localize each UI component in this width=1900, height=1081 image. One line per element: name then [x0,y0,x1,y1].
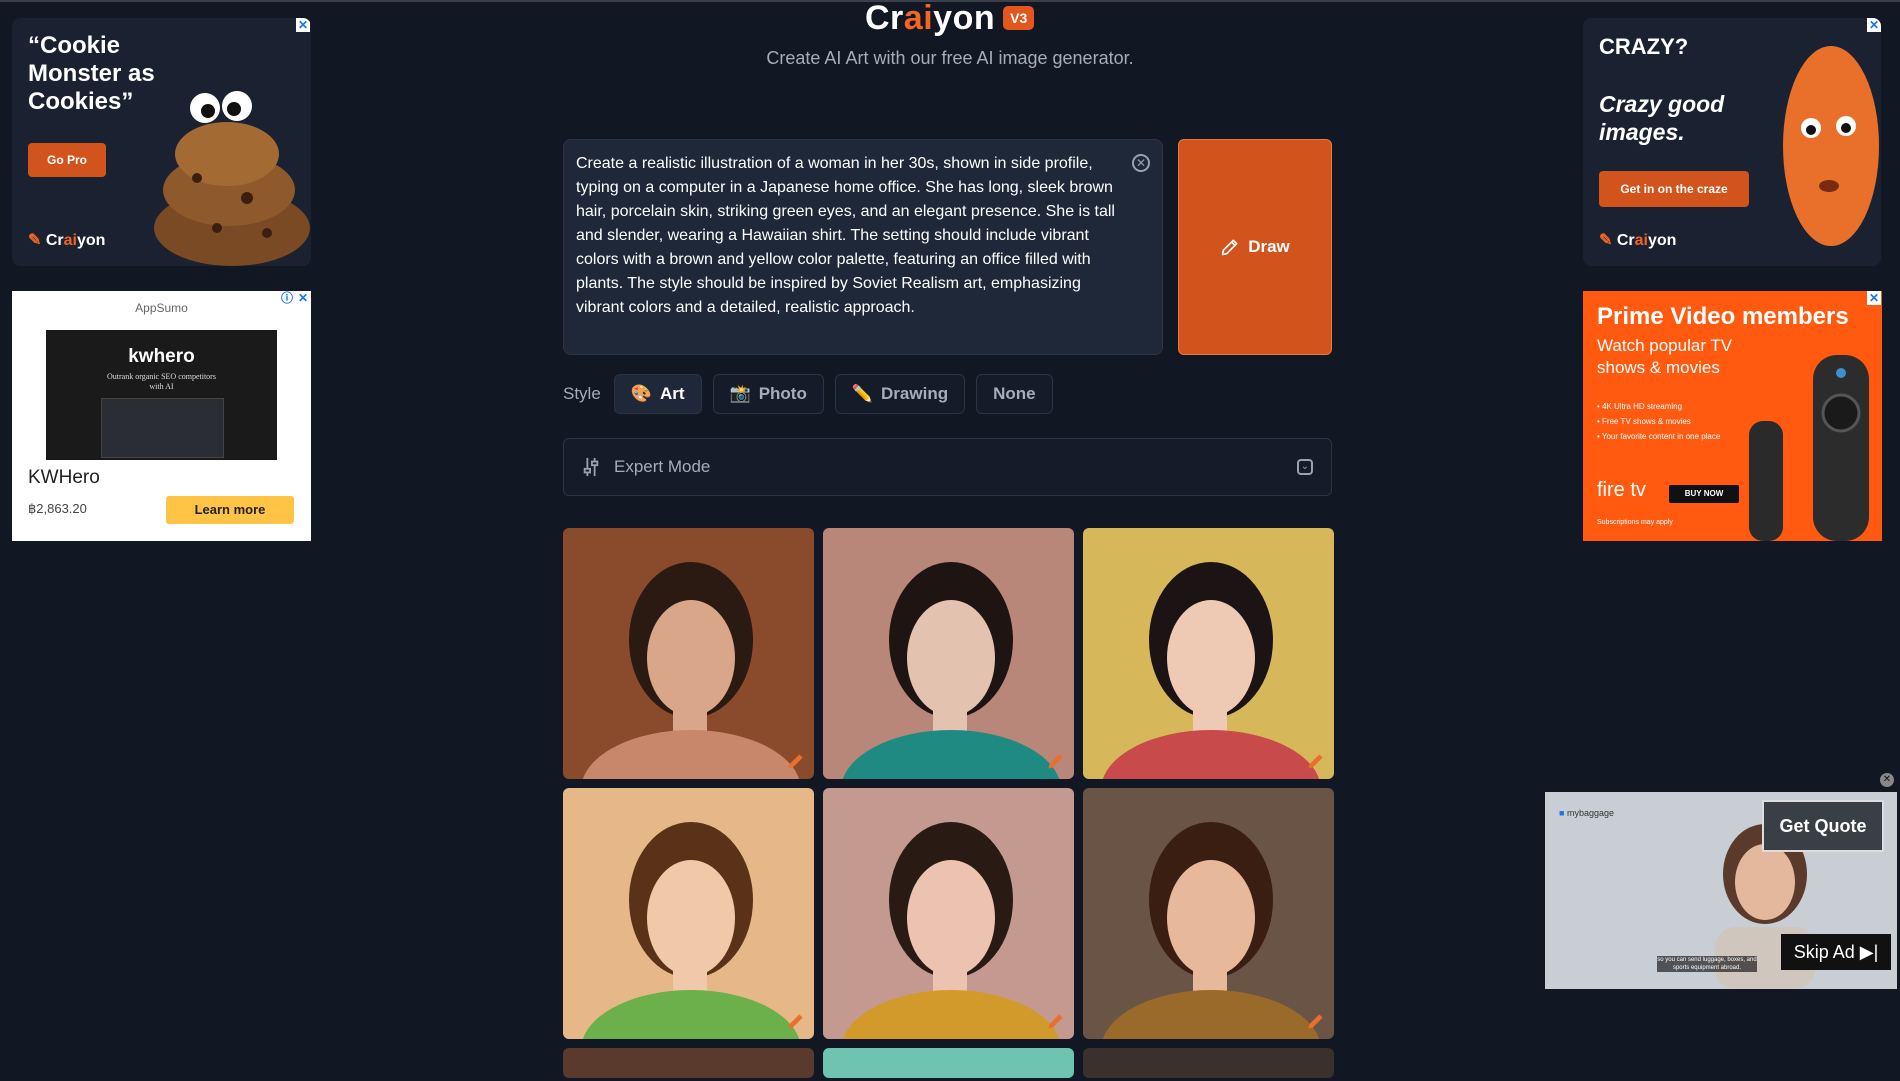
ad-bullets: • 4K Ultra HD streaming • Free TV shows … [1597,399,1737,444]
firetv-logo: fire tv [1597,479,1646,501]
ad-price: ฿2,863.20 [28,501,87,516]
ad-bullet: • Free TV shows & movies [1597,417,1691,426]
sliders-icon [583,457,599,477]
style-label: Style [563,384,601,403]
clear-prompt-icon[interactable]: ✕ [1132,154,1150,172]
style-option-none[interactable]: None [976,374,1053,414]
ad-prime-video[interactable]: Prime Video members Watch popular TV sho… [1583,291,1882,541]
kwhero-logo: kwhero [128,346,195,367]
edit-pencil-icon[interactable] [786,751,806,771]
portrait-image [1083,528,1334,779]
edit-pencil-icon[interactable] [1306,751,1326,771]
dashboard-preview [101,398,224,458]
ad-close-icon[interactable]: ✕ [296,18,310,32]
ad-close-icon[interactable]: ✕ [1867,18,1881,32]
ad-bullet: • 4K Ultra HD streaming [1597,402,1683,411]
buy-now-button[interactable]: BUY NOW [1669,485,1739,503]
ad-video-mybaggage[interactable]: ■ mybaggage Get Quote so you can send lu… [1545,792,1897,989]
generated-image[interactable] [1083,528,1334,779]
ad-headline: Crazy good images. [1599,91,1725,145]
cookie-illustration [154,91,310,266]
ad-screen-image: kwhero Outrank organic SEO competitors w… [46,330,277,460]
chevron-down-icon: ⌄ [1297,459,1313,475]
firetv-remote-illustration [1749,355,1869,541]
edit-pencil-icon[interactable] [1046,751,1066,771]
logo-text: Craiyon [865,0,996,37]
style-option-art[interactable]: 🎨 Art [613,374,702,414]
ad-brand-label: mybaggage [1566,808,1614,818]
generated-image-partial[interactable] [1083,1048,1334,1078]
video-caption: so you can send luggage, boxes, and spor… [1657,956,1757,972]
ad-close-icon[interactable]: ✕ [296,291,310,305]
style-option-photo[interactable]: 📸 Photo [712,374,824,414]
craiyon-logo[interactable]: Craiyon V3 [865,0,1035,37]
generated-image[interactable] [823,788,1074,1039]
style-option-label: Photo [758,384,807,403]
ad-brand: ✎ Craiyon [1599,232,1677,249]
portrait-image [1083,788,1334,1039]
style-option-label: Drawing [881,384,949,403]
expert-mode-label: Expert Mode [614,457,711,476]
get-quote-button[interactable]: Get Quote [1762,800,1884,852]
kwhero-tagline: Outrank organic SEO competitors with AI [107,372,216,391]
ad-brand: ✎ Craiyon [28,232,106,249]
portrait-image [563,788,814,1039]
portrait-image [823,788,1074,1039]
style-selector: Style 🎨 Art 📸 Photo ✏️ Drawing None [563,373,1053,415]
learn-more-button[interactable]: Learn more [166,496,294,524]
ad-product-name: KWHero [28,467,100,488]
generated-image[interactable] [563,788,814,1039]
style-option-label: None [993,384,1036,403]
video-ad-close-icon[interactable]: ✕ [1880,773,1894,787]
camera-icon: 📸 [729,384,751,403]
ad-title: CRAZY? [1599,34,1689,59]
pencil-icon: ✏️ [851,384,874,403]
edit-pencil-icon[interactable] [1306,1011,1326,1031]
pencil-icon [1221,239,1238,256]
skip-ad-button[interactable]: Skip Ad ▶| [1781,934,1891,970]
edit-pencil-icon[interactable] [786,1011,806,1031]
adchoices-icon[interactable]: ⓘ [280,291,294,305]
go-pro-button[interactable]: Go Pro [28,143,106,177]
edit-pencil-icon[interactable] [1046,1011,1066,1031]
ad-craiyon-crazy[interactable]: CRAZY? Crazy good images. Get in on the … [1583,18,1881,266]
version-badge: V3 [1003,6,1035,30]
palette-icon: 🎨 [630,384,652,403]
portrait-image [823,528,1074,779]
ad-craiyon-cookie[interactable]: “Cookie Monster as Cookies” Go Pro ✎ Cra… [12,18,311,266]
generated-image[interactable] [823,528,1074,779]
generated-image-partial[interactable] [563,1048,814,1078]
ad-kwhero[interactable]: AppSumo kwhero Outrank organic SEO compe… [12,291,311,541]
get-in-on-the-craze-button[interactable]: Get in on the craze [1599,171,1749,207]
ad-brand: ■ mybaggage [1559,808,1614,818]
ad-sponsor: AppSumo [135,301,188,315]
ad-close-icon[interactable]: ✕ [1867,291,1881,305]
generated-image-partial[interactable] [823,1048,1074,1078]
prompt-text[interactable]: Create a realistic illustration of a wom… [576,152,1122,320]
ad-bullet: • Your favorite content in one place [1597,432,1721,441]
portrait-image [563,528,814,779]
ad-title: Prime Video members [1597,303,1849,330]
style-option-drawing[interactable]: ✏️ Drawing [834,374,966,414]
generated-image[interactable] [563,528,814,779]
draw-button-label: Draw [1248,237,1290,256]
ad-fine-print: Subscriptions may apply [1597,519,1673,526]
style-option-label: Art [659,384,685,403]
generated-image[interactable] [1083,788,1334,1039]
prompt-input[interactable]: Create a realistic illustration of a wom… [563,139,1163,355]
expert-mode-toggle[interactable]: Expert Mode ⌄ [563,438,1332,496]
carrot-face-illustration [1783,46,1879,246]
draw-button[interactable]: Draw [1178,139,1332,355]
